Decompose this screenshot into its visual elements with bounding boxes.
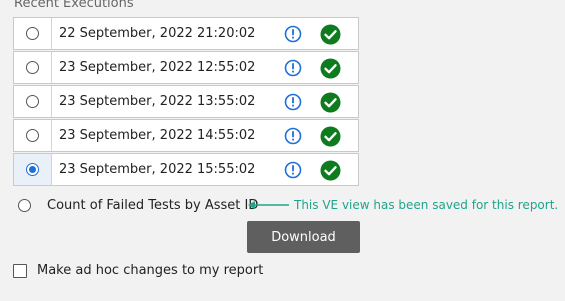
check-circle-icon xyxy=(320,160,341,181)
executions-list: 22 September, 2022 21:20:02 23 September… xyxy=(13,17,359,187)
radio-cell[interactable] xyxy=(14,52,52,83)
info-circle-icon[interactable] xyxy=(284,93,302,111)
execution-timestamp: 23 September, 2022 12:55:02 xyxy=(59,60,256,75)
adhoc-label[interactable]: Make ad hoc changes to my report xyxy=(37,263,263,278)
info-circle-icon[interactable] xyxy=(284,25,302,43)
radio-cell[interactable] xyxy=(14,18,52,49)
execution-timestamp: 23 September, 2022 15:55:02 xyxy=(59,162,256,177)
radio-cell[interactable] xyxy=(14,120,52,151)
section-title: Recent Executions xyxy=(14,0,134,11)
view-option-label[interactable]: Count of Failed Tests by Asset ID xyxy=(47,198,258,213)
execution-row[interactable]: 23 September, 2022 14:55:02 xyxy=(13,119,359,152)
execution-timestamp: 23 September, 2022 13:55:02 xyxy=(59,94,256,109)
radio-cell[interactable] xyxy=(14,154,52,185)
radio-cell[interactable] xyxy=(14,86,52,117)
info-circle-icon[interactable] xyxy=(284,127,302,145)
execution-row-selected[interactable]: 23 September, 2022 15:55:02 xyxy=(13,153,359,186)
adhoc-checkbox[interactable] xyxy=(13,264,27,278)
execution-row[interactable]: 23 September, 2022 13:55:02 xyxy=(13,85,359,118)
check-circle-icon xyxy=(320,24,341,45)
execution-radio-checked[interactable] xyxy=(26,163,39,176)
check-circle-icon xyxy=(320,92,341,113)
saved-view-note: This VE view has been saved for this rep… xyxy=(294,198,559,212)
arrow-left-icon xyxy=(248,201,289,209)
execution-timestamp: 23 September, 2022 14:55:02 xyxy=(59,128,256,143)
view-option-radio[interactable] xyxy=(18,199,31,212)
info-circle-icon[interactable] xyxy=(284,59,302,77)
download-button[interactable]: Download xyxy=(247,221,360,253)
execution-timestamp: 22 September, 2022 21:20:02 xyxy=(59,26,256,41)
check-circle-icon xyxy=(320,126,341,147)
info-circle-icon[interactable] xyxy=(284,161,302,179)
execution-radio[interactable] xyxy=(26,129,39,142)
execution-radio[interactable] xyxy=(26,27,39,40)
execution-row[interactable]: 22 September, 2022 21:20:02 xyxy=(13,17,359,50)
execution-radio[interactable] xyxy=(26,61,39,74)
execution-radio[interactable] xyxy=(26,95,39,108)
execution-row[interactable]: 23 September, 2022 12:55:02 xyxy=(13,51,359,84)
check-circle-icon xyxy=(320,58,341,79)
